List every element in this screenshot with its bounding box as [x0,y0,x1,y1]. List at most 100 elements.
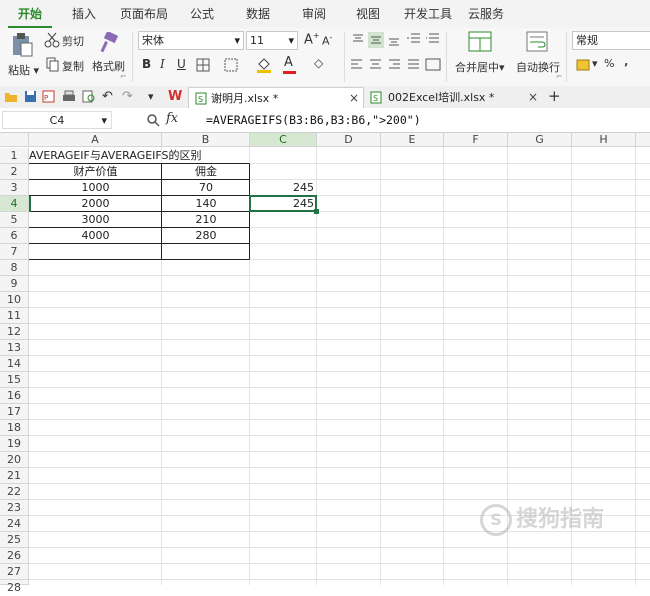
cell-b3[interactable]: 70 [162,180,250,196]
row-header[interactable]: 2 [0,164,29,180]
column-header-g[interactable]: G [508,133,572,147]
dialog-launcher-icon[interactable]: ⌐ [120,72,127,81]
percent-button[interactable]: % [604,57,614,70]
comma-button[interactable]: ‚ [624,55,628,68]
cell-a3[interactable]: 1000 [29,180,162,196]
bold-icon[interactable]: B [142,57,151,71]
save-icon[interactable] [24,90,37,103]
row-header[interactable]: 12 [0,324,29,340]
tab-cloud[interactable]: 云服务 [464,0,508,28]
column-header-a[interactable]: A [29,133,162,147]
decrease-font-icon[interactable]: A- [322,33,332,48]
cut-button[interactable]: 剪切 [62,33,84,49]
spreadsheet-grid[interactable]: A B C D E F G H 1 2 3 4 5 6 7 8 9 10 11 … [0,133,650,594]
merge-center-button[interactable]: 合并居中▾ [455,59,505,75]
row-header[interactable]: 17 [0,404,29,420]
border-icon[interactable] [196,58,210,72]
tab-developer[interactable]: 开发工具 [400,0,456,28]
row-header[interactable]: 1 [0,148,29,164]
cell-b4[interactable]: 140 [162,196,250,212]
tab-view[interactable]: 视图 [348,0,388,28]
row-header[interactable]: 22 [0,484,29,500]
tab-home[interactable]: 开始 [8,0,52,28]
fill-color-icon[interactable] [256,56,272,74]
italic-icon[interactable]: I [160,57,165,71]
clear-format-icon[interactable]: ◇ [314,56,323,70]
select-all-corner[interactable] [0,133,29,147]
cell-a6[interactable]: 4000 [29,228,162,244]
row-header[interactable]: 10 [0,292,29,308]
wrap-text-button[interactable]: 自动换行 [516,59,560,75]
row-header[interactable]: 5 [0,212,29,228]
row-header[interactable]: 27 [0,564,29,580]
row-header[interactable]: 14 [0,356,29,372]
currency-dropdown-icon[interactable]: ▾ [592,57,598,70]
tab-page-layout[interactable]: 页面布局 [116,0,172,28]
font-color-icon[interactable]: A [284,55,293,70]
column-header-b[interactable]: B [162,133,250,147]
insert-function-button[interactable]: fx [166,111,178,126]
merge-cells-icon[interactable] [224,58,238,72]
doc-tab-2[interactable]: S 002Excel培训.xlsx * × [366,87,542,108]
column-header-f[interactable]: F [444,133,508,147]
tab-data[interactable]: 数据 [238,0,278,28]
row-header[interactable]: 21 [0,468,29,484]
tab-review[interactable]: 审阅 [294,0,334,28]
horizontal-align-icons[interactable] [350,58,442,72]
column-header-h[interactable]: H [572,133,636,147]
copy-button[interactable]: 复制 [62,58,84,74]
row-header[interactable]: 8 [0,260,29,276]
cell-a2[interactable]: 财产价值 [29,164,162,180]
undo-icon[interactable]: ↶ [102,89,113,104]
print-preview-icon[interactable] [82,90,96,103]
row-header[interactable]: 18 [0,420,29,436]
row-header[interactable]: 13 [0,340,29,356]
wrap-text-icon[interactable] [526,31,548,53]
row-header[interactable]: 7 [0,244,29,260]
column-header-d[interactable]: D [317,133,381,147]
cell-a5[interactable]: 3000 [29,212,162,228]
format-painter-icon[interactable] [98,32,118,54]
column-header-c[interactable]: C [250,133,317,147]
column-header-i[interactable] [636,133,650,147]
cell-b5[interactable]: 210 [162,212,250,228]
redo-icon[interactable]: ↷ [122,89,133,104]
increase-font-icon[interactable]: A+ [304,31,320,47]
cell-b6[interactable]: 280 [162,228,250,244]
row-header[interactable]: 28 [0,580,29,594]
close-icon[interactable]: × [528,87,538,108]
row-header[interactable]: 6 [0,228,29,244]
close-icon[interactable]: × [349,88,359,109]
paste-button[interactable]: 粘贴 ▾ [8,62,39,78]
row-header[interactable]: 25 [0,532,29,548]
cell-a4[interactable]: 2000 [29,196,162,212]
cell-c3[interactable]: 245 [250,180,317,196]
zoom-icon[interactable] [146,113,160,127]
print-icon[interactable] [62,90,76,103]
cell-a1[interactable]: AVERAGEIF与AVERAGEIFS的区别 [29,148,250,164]
column-header-e[interactable]: E [381,133,444,147]
font-size-select[interactable]: 11 ▾ [246,31,298,50]
row-header[interactable]: 11 [0,308,29,324]
row-header[interactable]: 24 [0,516,29,532]
formula-input[interactable]: =AVERAGEIFS(B3:B6,B3:B6,">200") [206,113,421,127]
number-format-select[interactable]: 常规 [572,31,650,50]
pdf-icon[interactable]: P [42,90,55,103]
tab-insert[interactable]: 插入 [64,0,104,28]
row-header[interactable]: 3 [0,180,29,196]
new-tab-button[interactable]: + [548,87,561,105]
currency-icon[interactable] [576,58,590,72]
row-header[interactable]: 23 [0,500,29,516]
paste-icon[interactable] [10,32,34,58]
wps-logo-icon[interactable]: W [168,89,182,104]
row-header[interactable]: 20 [0,452,29,468]
fill-handle[interactable] [314,209,319,214]
cell-b2[interactable]: 佣金 [162,164,250,180]
row-header[interactable]: 9 [0,276,29,292]
indent-icons[interactable] [406,32,442,46]
row-header[interactable]: 15 [0,372,29,388]
font-name-select[interactable]: 宋体 ▾ [138,31,244,50]
quick-access-dropdown-icon[interactable]: ▾ [148,90,154,103]
doc-tab-1[interactable]: S 谢明月.xlsx * × [188,87,364,108]
tab-formulas[interactable]: 公式 [184,0,220,28]
